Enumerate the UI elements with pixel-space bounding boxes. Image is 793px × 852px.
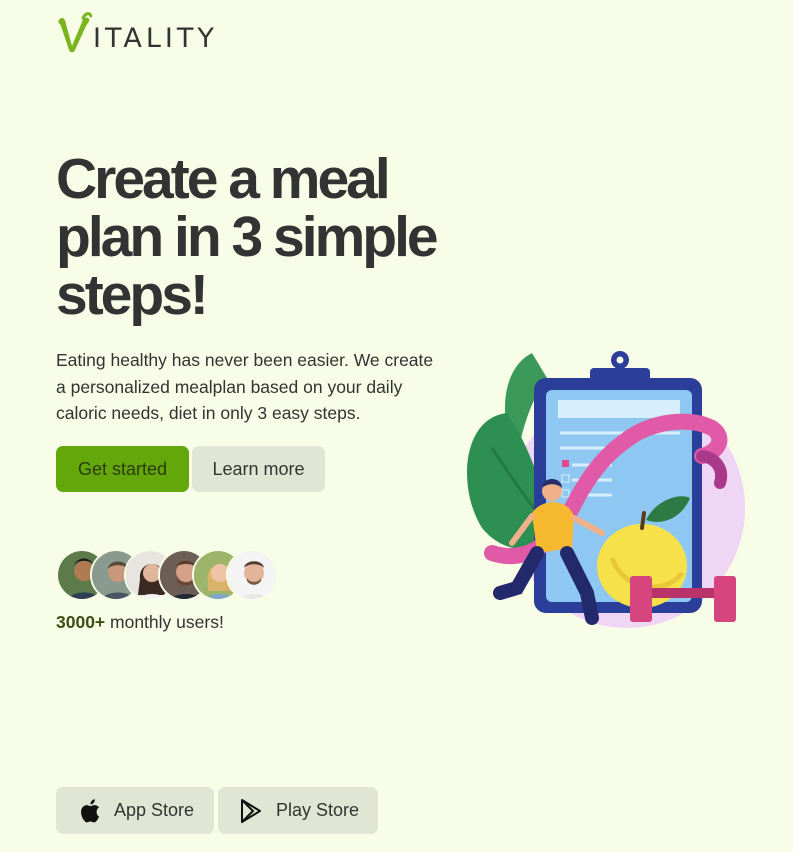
app-store-label: App Store: [114, 800, 195, 820]
user-avatars: [56, 549, 296, 601]
hero-description: Eating healthy has never been easier. We…: [56, 350, 434, 423]
play-store-button[interactable]: Play Store: [218, 787, 378, 834]
meal-plan-clipboard-illustration: [467, 351, 745, 628]
apple-icon: [76, 798, 102, 824]
play-store-icon: [238, 798, 264, 824]
play-store-label: Play Store: [276, 800, 360, 820]
avatar: [226, 549, 278, 601]
app-store-button[interactable]: App Store: [56, 787, 214, 834]
users-count: 3000+: [56, 612, 106, 632]
monthly-users-text: 3000+ monthly users!: [56, 612, 224, 633]
logo-v-icon: [58, 12, 92, 53]
get-started-button[interactable]: Get started: [56, 446, 189, 492]
learn-more-button[interactable]: Learn more: [192, 446, 325, 492]
brand-logo[interactable]: ITALITY: [56, 10, 218, 56]
logo-text: ITALITY: [93, 23, 218, 54]
hero-title: Create a meal plan in 3 simple steps!: [56, 147, 439, 327]
users-label: monthly users!: [105, 612, 224, 632]
